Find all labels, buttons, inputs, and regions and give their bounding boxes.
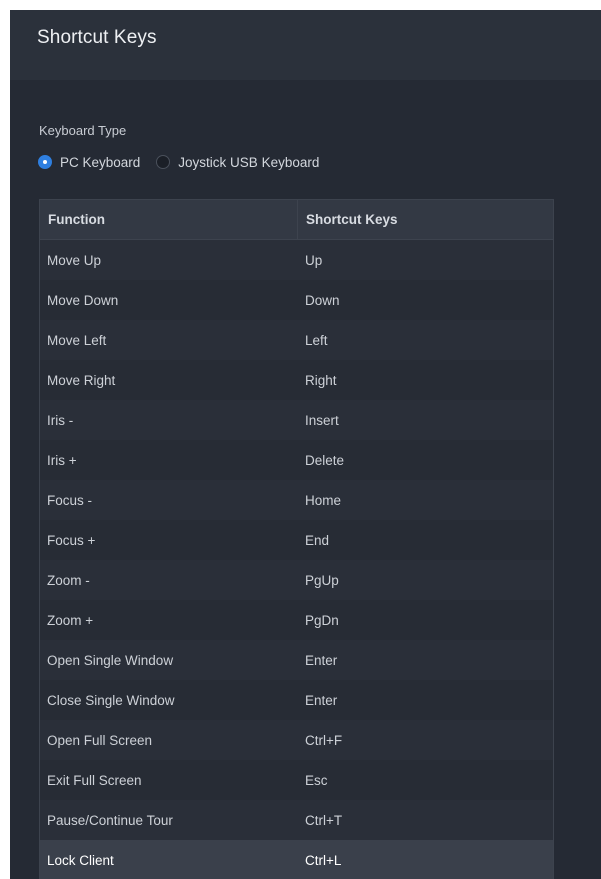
table-row[interactable]: Close Single Window Enter <box>40 680 553 720</box>
shortcut-keys-table: Function Shortcut Keys Move Up Up Move Dow… <box>39 199 554 879</box>
keyboard-type-radio-group: PC Keyboard Joystick USB Keyboard <box>38 152 335 172</box>
table-row[interactable]: Open Full Screen Ctrl+F <box>40 720 553 760</box>
shortcut-key-cell: Ctrl+F <box>305 732 343 748</box>
function-cell: Zoom - <box>47 572 90 588</box>
function-cell: Zoom + <box>47 612 94 628</box>
table-row[interactable]: Focus + End <box>40 520 553 560</box>
panel-header: Shortcut Keys <box>10 10 601 80</box>
shortcut-keys-panel: Shortcut Keys Keyboard Type PC Keyboard … <box>10 10 601 879</box>
shortcut-key-cell: Ctrl+L <box>305 852 342 868</box>
function-cell: Open Single Window <box>47 652 174 668</box>
shortcut-key-cell: Delete <box>305 452 345 468</box>
table-row[interactable]: Exit Full Screen Esc <box>40 760 553 800</box>
table-row[interactable]: Lock Client Ctrl+L <box>40 840 553 879</box>
radio-label: PC Keyboard <box>60 154 141 170</box>
function-cell: Focus - <box>47 492 93 508</box>
table-row[interactable]: Move Down Down <box>40 280 553 320</box>
table-row[interactable]: Move Right Right <box>40 360 553 400</box>
table-row[interactable]: Zoom + PgDn <box>40 600 553 640</box>
function-cell: Open Full Screen <box>47 732 153 748</box>
function-cell: Lock Client <box>47 852 114 868</box>
function-cell: Move Up <box>47 252 102 268</box>
function-cell: Iris + <box>47 452 77 468</box>
table-header: Function Shortcut Keys <box>40 199 553 240</box>
radio-unchecked-icon[interactable] <box>156 155 171 169</box>
panel-title: Shortcut Keys <box>37 27 157 48</box>
shortcut-key-cell: Right <box>305 372 337 388</box>
function-cell: Close Single Window <box>47 692 175 708</box>
shortcut-key-cell: Insert <box>305 412 339 428</box>
table-row[interactable]: Pause/Continue Tour Ctrl+T <box>40 800 553 840</box>
table-row[interactable]: Move Up Up <box>40 240 553 280</box>
function-cell: Move Left <box>47 332 107 348</box>
keyboard-type-label: Keyboard Type <box>39 123 127 138</box>
shortcut-key-cell: End <box>305 532 330 548</box>
shortcut-key-cell: Esc <box>305 772 328 788</box>
shortcut-key-cell: PgUp <box>305 572 339 588</box>
column-header-function: Function <box>40 199 298 240</box>
function-cell: Exit Full Screen <box>47 772 142 788</box>
function-cell: Focus + <box>47 532 96 548</box>
table-body: Move Up Up Move Down Down Move Left Left Move … <box>40 240 553 879</box>
table-row[interactable]: Focus - Home <box>40 480 553 520</box>
radio-checked-icon[interactable] <box>38 155 52 169</box>
table-row[interactable]: Iris + Delete <box>40 440 553 480</box>
radio-label: Joystick USB Keyboard <box>178 154 320 170</box>
table-row[interactable]: Iris - Insert <box>40 400 553 440</box>
shortcut-key-cell: Down <box>305 292 340 308</box>
radio-option-joystick-usb-keyboard[interactable]: Joystick USB Keyboard <box>156 155 319 170</box>
function-cell: Move Right <box>47 372 116 388</box>
shortcut-key-cell: Enter <box>305 692 338 708</box>
function-cell: Iris - <box>47 412 74 428</box>
shortcut-key-cell: Left <box>305 332 328 348</box>
shortcut-key-cell: Home <box>305 492 342 508</box>
shortcut-key-cell: Up <box>305 252 323 268</box>
table-row[interactable]: Open Single Window Enter <box>40 640 553 680</box>
function-cell: Pause/Continue Tour <box>47 812 173 828</box>
shortcut-key-cell: Ctrl+T <box>305 812 343 828</box>
function-cell: Move Down <box>47 292 119 308</box>
table-row[interactable]: Move Left Left <box>40 320 553 360</box>
column-header-shortcut-keys: Shortcut Keys <box>306 211 398 227</box>
shortcut-key-cell: PgDn <box>305 612 339 628</box>
radio-option-pc-keyboard[interactable]: PC Keyboard <box>38 155 140 170</box>
shortcut-key-cell: Enter <box>305 652 338 668</box>
table-row[interactable]: Zoom - PgUp <box>40 560 553 600</box>
